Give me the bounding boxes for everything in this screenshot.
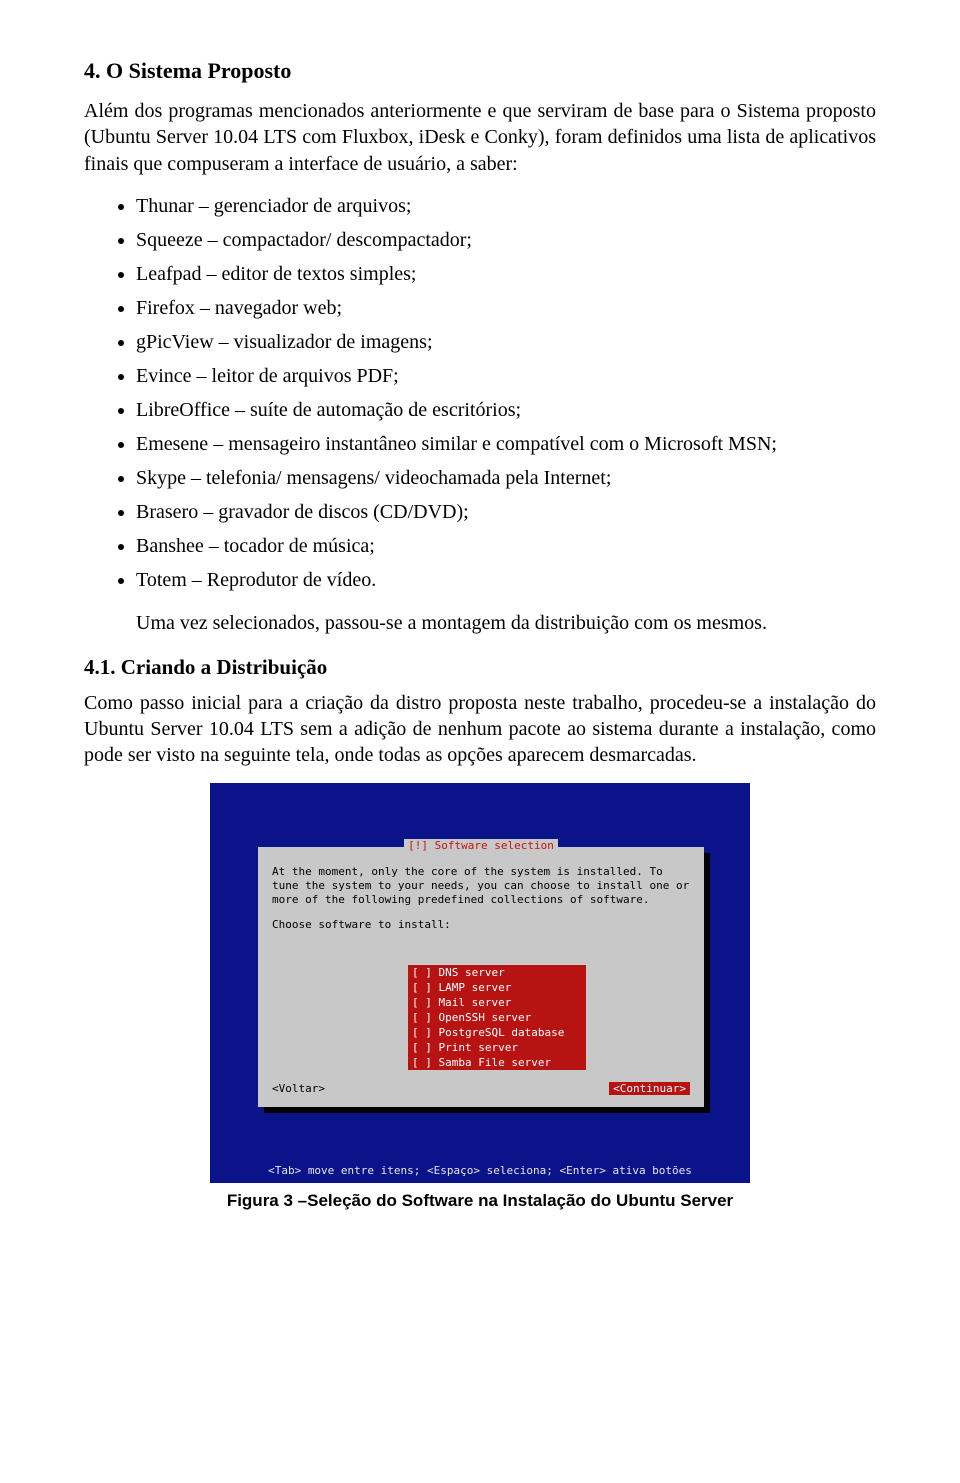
app-list-item: Banshee – tocador de música;: [136, 531, 876, 562]
app-list-item: Skype – telefonia/ mensagens/ videochama…: [136, 463, 876, 494]
software-option[interactable]: [ ] Samba File server: [408, 1055, 586, 1070]
dialog-title-text: [!] Software selection: [404, 839, 558, 852]
app-list-item: Brasero – gravador de discos (CD/DVD);: [136, 497, 876, 528]
back-button[interactable]: <Voltar>: [272, 1082, 325, 1095]
software-option[interactable]: [ ] LAMP server: [408, 980, 586, 995]
software-option[interactable]: [ ] OpenSSH server: [408, 1010, 586, 1025]
installer-screenshot: [!] Software selection At the moment, on…: [210, 783, 750, 1183]
section-intro: Além dos programas mencionados anteriorm…: [84, 98, 876, 177]
app-list-item: Totem – Reprodutor de vídeo.: [136, 565, 876, 596]
dialog-title: [!] Software selection: [258, 839, 704, 852]
software-option[interactable]: [ ] DNS server: [408, 965, 586, 980]
app-list: Thunar – gerenciador de arquivos; Squeez…: [84, 191, 876, 596]
figure-caption: Figura 3 –Seleção do Software na Instala…: [84, 1191, 876, 1211]
software-selection-dialog: [!] Software selection At the moment, on…: [258, 847, 704, 1107]
app-list-item: Evince – leitor de arquivos PDF;: [136, 361, 876, 392]
software-option[interactable]: [ ] PostgreSQL database: [408, 1025, 586, 1040]
app-list-item: Thunar – gerenciador de arquivos;: [136, 191, 876, 222]
section-heading: 4. O Sistema Proposto: [84, 58, 876, 84]
dialog-choose-label: Choose software to install:: [272, 918, 690, 932]
app-list-item: Squeeze – compactador/ descompactador;: [136, 225, 876, 256]
after-list-text: Uma vez selecionados, passou-se a montag…: [136, 610, 876, 636]
software-option[interactable]: [ ] Mail server: [408, 995, 586, 1010]
dialog-description: At the moment, only the core of the syst…: [272, 865, 690, 908]
continue-button[interactable]: <Continuar>: [609, 1082, 690, 1095]
app-list-item: Leafpad – editor de textos simples;: [136, 259, 876, 290]
app-list-item: Emesene – mensageiro instantâneo similar…: [136, 429, 876, 460]
software-options-list[interactable]: [ ] DNS server [ ] LAMP server [ ] Mail …: [408, 965, 586, 1070]
subsection-heading: 4.1. Criando a Distribuição: [84, 655, 876, 680]
app-list-item: LibreOffice – suíte de automação de escr…: [136, 395, 876, 426]
keyboard-hint: <Tab> move entre itens; <Espaço> selecio…: [210, 1164, 750, 1177]
app-list-item: gPicView – visualizador de imagens;: [136, 327, 876, 358]
app-list-item: Firefox – navegador web;: [136, 293, 876, 324]
software-option[interactable]: [ ] Print server: [408, 1040, 586, 1055]
subsection-para: Como passo inicial para a criação da dis…: [84, 690, 876, 769]
